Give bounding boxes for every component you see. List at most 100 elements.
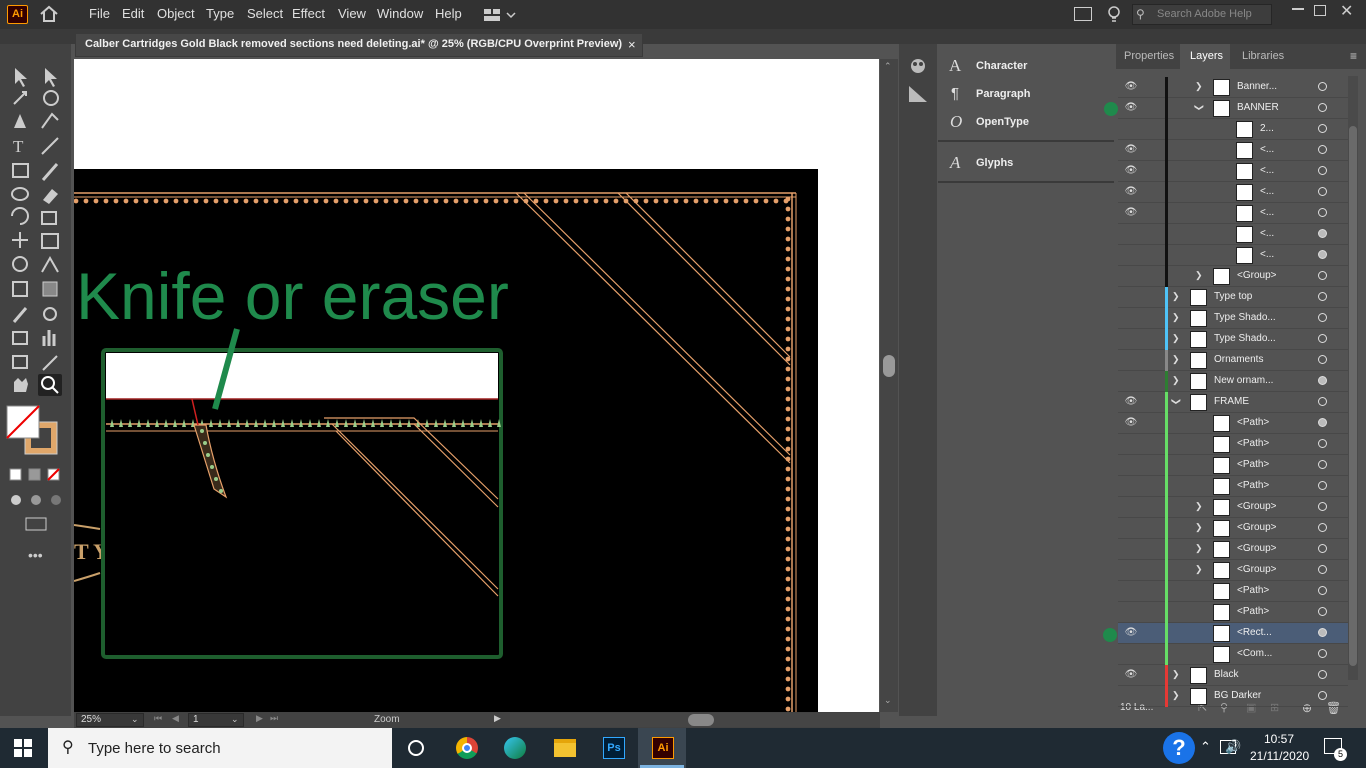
layer-name[interactable]: Type top <box>1214 291 1252 302</box>
layer-name[interactable]: New ornam... <box>1214 375 1273 386</box>
layer-target-icon[interactable] <box>1318 544 1327 553</box>
help-icon[interactable]: ? <box>1163 732 1195 764</box>
file-explorer-icon[interactable] <box>554 739 576 757</box>
layer-row[interactable]: <Com... <box>1118 644 1348 665</box>
expand-arrow-icon[interactable]: ❯ <box>1172 291 1180 302</box>
visibility-eye-icon[interactable]: 👁 <box>1124 669 1138 681</box>
visibility-eye-icon[interactable] <box>1124 123 1138 135</box>
layer-target-icon[interactable] <box>1318 355 1327 364</box>
layer-target-icon[interactable] <box>1318 418 1327 427</box>
color-guide-icon[interactable] <box>908 58 928 74</box>
expand-arrow-icon[interactable]: ❯ <box>1172 312 1180 323</box>
layer-row[interactable]: 👁 ❯ FRAME <box>1118 392 1348 413</box>
canvas[interactable]: T Y Knife or eraser <box>74 59 880 712</box>
menu-edit[interactable]: Edit <box>122 6 144 21</box>
layer-target-icon[interactable] <box>1318 313 1327 322</box>
panel-menu-icon[interactable]: ≡ <box>1350 49 1357 63</box>
chrome-icon[interactable] <box>456 737 478 759</box>
workspace-switcher-icon[interactable] <box>483 7 519 23</box>
windows-start-icon[interactable] <box>14 739 32 757</box>
layer-row[interactable]: ❯ <Group> <box>1118 560 1348 581</box>
layer-row[interactable]: 👁 ❯ Black <box>1118 665 1348 686</box>
layer-name[interactable]: <Path> <box>1237 459 1269 470</box>
character-item[interactable]: A Character <box>938 52 1114 80</box>
layer-name[interactable]: <Path> <box>1237 480 1269 491</box>
expand-arrow-icon[interactable]: ❯ <box>1195 543 1203 554</box>
layer-row[interactable]: ❯ New ornam... <box>1118 371 1348 392</box>
layer-target-icon[interactable] <box>1318 628 1327 637</box>
layer-name[interactable]: <... <box>1260 144 1274 155</box>
layer-target-icon[interactable] <box>1318 334 1327 343</box>
menu-window[interactable]: Window <box>377 6 423 21</box>
illustrator-taskbar-icon[interactable]: Ai <box>652 737 674 759</box>
visibility-eye-icon[interactable] <box>1124 312 1138 324</box>
layer-name[interactable]: <Group> <box>1237 270 1276 281</box>
collapse-arrow-icon[interactable]: ❯ <box>1170 398 1181 406</box>
layer-target-icon[interactable] <box>1318 607 1327 616</box>
layer-name[interactable]: 2... <box>1260 123 1274 134</box>
next-artboard-icon[interactable]: ▶ <box>256 713 263 724</box>
layer-row[interactable]: 👁 ❯ Banner... <box>1118 77 1348 98</box>
layer-name[interactable]: Type Shado... <box>1214 312 1276 323</box>
layer-row[interactable]: 👁 <... <box>1118 140 1348 161</box>
layers-scrollbar[interactable] <box>1348 76 1358 680</box>
layer-row[interactable]: 👁 <Path> <box>1118 413 1348 434</box>
prev-artboard-icon[interactable]: ◀ <box>172 713 179 724</box>
layer-row[interactable]: 👁 <Rect... <box>1118 623 1348 644</box>
layer-row[interactable]: <Path> <box>1118 434 1348 455</box>
last-artboard-icon[interactable]: ⏭ <box>270 713 278 724</box>
expand-arrow-icon[interactable]: ❯ <box>1195 522 1203 533</box>
help-search-field[interactable]: ⚲ Search Adobe Help <box>1132 4 1272 25</box>
visibility-eye-icon[interactable] <box>1124 564 1138 576</box>
clock-time[interactable]: 10:57 <box>1264 732 1294 746</box>
visibility-eye-icon[interactable] <box>1124 648 1138 660</box>
layer-name[interactable]: <Com... <box>1237 648 1272 659</box>
visibility-eye-icon[interactable] <box>1124 249 1138 261</box>
layer-name[interactable]: <Group> <box>1237 522 1276 533</box>
horizontal-scrollbar[interactable] <box>510 713 880 727</box>
layer-name[interactable]: <Path> <box>1237 585 1269 596</box>
layer-row[interactable]: ❯ <Group> <box>1118 497 1348 518</box>
close-window-button[interactable]: ✕ <box>1340 1 1353 21</box>
layer-target-icon[interactable] <box>1318 691 1327 700</box>
visibility-eye-icon[interactable] <box>1124 459 1138 471</box>
layer-row[interactable]: ❯ Type top <box>1118 287 1348 308</box>
layer-name[interactable]: <... <box>1260 165 1274 176</box>
layer-name[interactable]: <Group> <box>1237 543 1276 554</box>
layer-name[interactable]: <Group> <box>1237 501 1276 512</box>
tab-layers[interactable]: Layers <box>1190 50 1223 62</box>
layer-target-icon[interactable] <box>1318 649 1327 658</box>
layer-name[interactable]: FRAME <box>1214 396 1249 407</box>
edge-icon[interactable] <box>504 737 526 759</box>
visibility-eye-icon[interactable] <box>1124 606 1138 618</box>
visibility-eye-icon[interactable] <box>1124 480 1138 492</box>
restore-button[interactable] <box>1314 5 1326 16</box>
layer-row[interactable]: <Path> <box>1118 455 1348 476</box>
clock-date[interactable]: 21/11/2020 <box>1250 749 1309 763</box>
document-tab[interactable]: Calber Cartridges Gold Black removed sec… <box>75 33 643 57</box>
layer-name[interactable]: <Path> <box>1237 606 1269 617</box>
layer-target-icon[interactable] <box>1318 565 1327 574</box>
visibility-eye-icon[interactable]: 👁 <box>1124 165 1138 177</box>
tools-icons[interactable]: T ••• <box>0 44 71 564</box>
layer-target-icon[interactable] <box>1318 166 1327 175</box>
visibility-eye-icon[interactable] <box>1124 438 1138 450</box>
layer-name[interactable]: Type Shado... <box>1214 333 1276 344</box>
expand-arrow-icon[interactable]: ❯ <box>1195 81 1203 92</box>
layer-target-icon[interactable] <box>1318 82 1327 91</box>
hscroll-thumb[interactable] <box>688 714 714 726</box>
layer-row[interactable]: ❯ BG Darker <box>1118 686 1348 707</box>
layer-row[interactable]: 👁 <... <box>1118 182 1348 203</box>
menu-view[interactable]: View <box>338 6 366 21</box>
visibility-eye-icon[interactable]: 👁 <box>1124 417 1138 429</box>
visibility-eye-icon[interactable] <box>1124 354 1138 366</box>
opentype-item[interactable]: O OpenType <box>938 108 1114 136</box>
visibility-eye-icon[interactable] <box>1124 690 1138 702</box>
zoom-select[interactable]: 25% ⌄ <box>76 713 144 727</box>
layer-row[interactable]: ❯ <Group> <box>1118 539 1348 560</box>
layer-target-icon[interactable] <box>1318 397 1327 406</box>
task-view-icon[interactable] <box>408 740 424 756</box>
layer-row[interactable]: ❯ Type Shado... <box>1118 329 1348 350</box>
layer-name[interactable]: <Rect... <box>1237 627 1272 638</box>
layer-row[interactable]: 👁 <... <box>1118 203 1348 224</box>
